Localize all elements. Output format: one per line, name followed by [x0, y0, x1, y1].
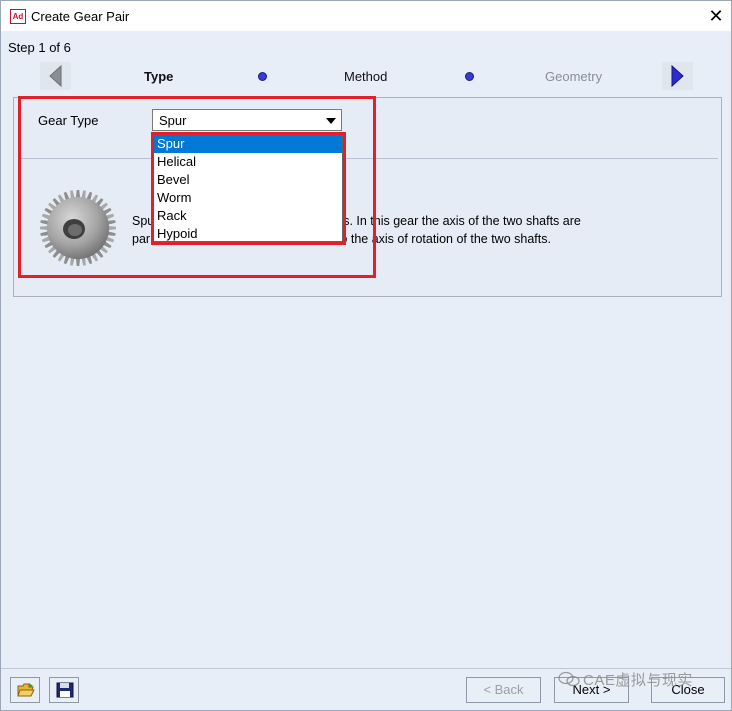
option-spur[interactable]: Spur — [154, 135, 342, 153]
gear-type-panel — [13, 97, 722, 297]
title-bar: Ad Create Gear Pair ✕ — [1, 1, 731, 31]
close-window-button[interactable]: ✕ — [701, 3, 731, 29]
gear-tooth — [75, 190, 81, 199]
next-button[interactable]: Next > — [554, 677, 629, 703]
folder-open-icon — [17, 683, 35, 697]
option-worm[interactable]: Worm — [154, 189, 342, 207]
step-separator-dot — [465, 72, 474, 81]
triangle-right-icon — [671, 64, 684, 88]
description-line2-end: rallel to the axis of rotation of the tw… — [307, 232, 551, 246]
triangle-left-icon — [49, 64, 62, 88]
step-separator-dot — [258, 72, 267, 81]
spur-gear-image — [37, 187, 119, 269]
option-rack[interactable]: Rack — [154, 207, 342, 225]
footer-divider — [1, 668, 731, 669]
create-gear-pair-dialog: Ad Create Gear Pair ✕ Step 1 of 6 Type M… — [0, 0, 732, 711]
previous-step-button[interactable] — [40, 62, 71, 90]
floppy-disk-icon — [56, 682, 74, 698]
gear-tooth — [75, 257, 81, 266]
gear-tooth — [107, 225, 116, 231]
step-indicator: Step 1 of 6 — [8, 40, 71, 55]
app-icon: Ad — [10, 9, 26, 24]
open-button[interactable] — [10, 677, 40, 703]
description-line1-end: t gears. In this gear the axis of the tw… — [311, 214, 581, 228]
gear-type-dropdown-list: Spur Helical Bevel Worm Rack Hypoid — [153, 134, 343, 242]
step-geometry: Geometry — [545, 69, 603, 84]
close-button[interactable]: Close — [651, 677, 725, 703]
panel-divider — [19, 158, 718, 159]
option-helical[interactable]: Helical — [154, 153, 342, 171]
next-step-button[interactable] — [662, 62, 693, 90]
description-line1-start: Spu — [132, 214, 155, 228]
back-button[interactable]: < Back — [466, 677, 541, 703]
option-bevel[interactable]: Bevel — [154, 171, 342, 189]
gear-tooth — [40, 225, 49, 231]
description-line2-start: par — [132, 232, 151, 246]
gear-type-label: Gear Type — [38, 113, 99, 128]
gear-type-select[interactable]: Spur — [152, 109, 342, 131]
save-button[interactable] — [49, 677, 79, 703]
chevron-down-icon[interactable] — [322, 111, 340, 129]
gear-type-select-value: Spur — [159, 113, 187, 128]
step-type: Type — [144, 69, 174, 84]
window-title: Create Gear Pair — [31, 9, 130, 24]
step-method: Method — [344, 69, 388, 84]
wizard-steps-bar: Type Method Geometry — [1, 62, 731, 90]
option-hypoid[interactable]: Hypoid — [154, 225, 342, 243]
